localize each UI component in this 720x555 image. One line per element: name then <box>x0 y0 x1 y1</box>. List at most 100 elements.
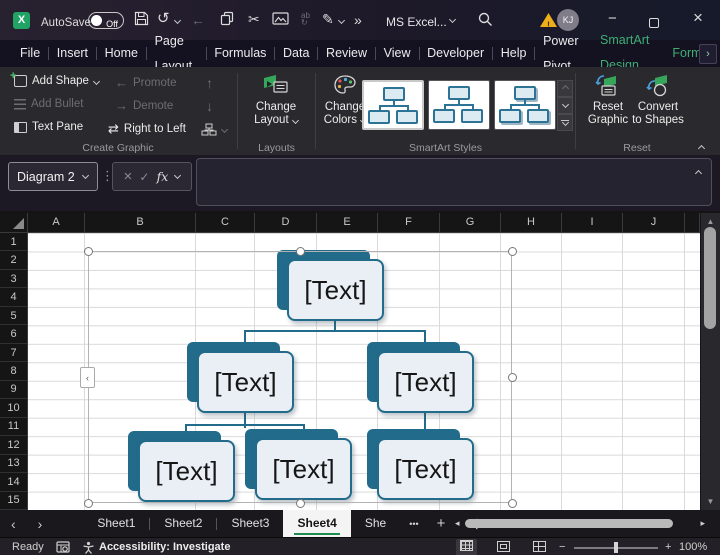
accessibility-status[interactable]: Accessibility: Investigate <box>99 540 230 554</box>
row-header-15[interactable]: 15 <box>0 492 27 510</box>
row-header-1[interactable]: 1 <box>0 233 27 251</box>
hscroll-right-icon[interactable]: ▸ <box>697 518 708 529</box>
reset-graphic-button[interactable]: Reset Graphic <box>580 74 636 127</box>
row-header-10[interactable]: 10 <box>0 399 27 417</box>
ribbon-tab-help[interactable]: Help <box>493 41 535 66</box>
column-header-C[interactable]: C <box>196 213 255 233</box>
scroll-up-icon[interactable]: ▲ <box>701 217 720 226</box>
enter-icon[interactable]: ✓ <box>139 170 149 184</box>
text-pane-button[interactable]: Text Pane <box>14 121 83 133</box>
minimize-button[interactable]: − <box>608 10 617 28</box>
sheet-tab-sheet1[interactable]: Sheet1 <box>83 510 149 537</box>
ink-icon[interactable]: ✎ <box>322 10 334 28</box>
resize-handle-e[interactable] <box>508 373 517 382</box>
vertical-scrollbar[interactable]: ▲ ▼ <box>701 213 720 510</box>
cell-area[interactable]: [Text] [Text] [Text] [Text] [Text] [Text… <box>28 233 700 510</box>
ink-dropdown-icon[interactable] <box>338 17 345 24</box>
fx-dropdown-icon[interactable] <box>174 172 181 179</box>
row-header-11[interactable]: 11 <box>0 418 27 436</box>
autosave-toggle[interactable]: Off <box>88 12 124 29</box>
row-header-4[interactable]: 4 <box>0 288 27 306</box>
smartart-style-thumbnail-1[interactable] <box>362 80 424 130</box>
row-header-12[interactable]: 12 <box>0 436 27 454</box>
smartart-text-pane-toggle[interactable]: ‹ <box>80 367 95 388</box>
row-header-3[interactable]: 3 <box>0 270 27 288</box>
right-to-left-button[interactable]: ⇄ Right to Left <box>108 121 186 137</box>
scroll-down-icon[interactable]: ▼ <box>701 497 720 506</box>
formula-input[interactable] <box>196 158 712 206</box>
resize-handle-nw[interactable] <box>84 247 93 256</box>
title-dropdown-icon[interactable] <box>449 16 456 23</box>
change-layout-button[interactable]: Change Layout <box>248 74 304 127</box>
column-header-I[interactable]: I <box>562 213 623 233</box>
row-header-8[interactable]: 8 <box>0 362 27 380</box>
resize-handle-ne[interactable] <box>508 247 517 256</box>
horizontal-scrollbar[interactable]: ◂ ▸ <box>452 515 708 532</box>
column-header-H[interactable]: H <box>501 213 562 233</box>
collapse-ribbon-icon[interactable] <box>698 145 705 152</box>
ribbon-tab-developer[interactable]: Developer <box>419 41 492 66</box>
page-break-view-button[interactable] <box>533 541 546 555</box>
name-box[interactable]: Diagram 2 <box>8 162 98 191</box>
sheet-tab-sheet3[interactable]: Sheet3 <box>217 510 283 537</box>
smartart-node[interactable]: [Text] <box>128 431 237 504</box>
smartart-style-thumbnail-3[interactable] <box>494 80 556 130</box>
macro-record-icon[interactable] <box>56 541 70 553</box>
column-header-J[interactable]: J <box>623 213 685 233</box>
ribbon-tab-home[interactable]: Home <box>97 41 146 66</box>
column-header-E[interactable]: E <box>317 213 378 233</box>
org-layout-button[interactable] <box>201 123 227 136</box>
row-header-5[interactable]: 5 <box>0 307 27 325</box>
smartart-node[interactable]: [Text] <box>367 429 476 502</box>
styles-scroll-up-button[interactable] <box>557 80 573 97</box>
row-header-13[interactable]: 13 <box>0 455 27 473</box>
vertical-scroll-thumb[interactable] <box>704 227 716 329</box>
undo-icon[interactable]: ↺ <box>157 10 170 28</box>
horizontal-scroll-thumb[interactable] <box>465 519 673 528</box>
search-icon[interactable] <box>478 12 493 27</box>
warning-icon[interactable]: ! <box>540 13 557 27</box>
column-header-B[interactable]: B <box>85 213 196 233</box>
add-sheet-button[interactable]: + <box>428 515 455 532</box>
more-commands-icon[interactable]: » <box>354 11 362 29</box>
sheet-tab-sheet2[interactable]: Sheet2 <box>150 510 216 537</box>
zoom-in-button[interactable]: + <box>665 540 671 554</box>
accessibility-icon[interactable] <box>82 541 95 554</box>
undo-dropdown-icon[interactable] <box>174 17 181 24</box>
styles-more-button[interactable] <box>557 114 573 131</box>
row-header-2[interactable]: 2 <box>0 251 27 269</box>
prev-sheet-icon[interactable]: ‹ <box>0 516 27 532</box>
sheet-overflow-icon[interactable]: ••• <box>400 519 427 529</box>
sheet-tab-sheet4[interactable]: Sheet4 <box>283 510 350 537</box>
add-shape-button[interactable]: + Add Shape <box>14 75 99 87</box>
tab-overflow-button[interactable]: › <box>699 44 717 64</box>
zoom-level[interactable]: 100% <box>679 540 707 554</box>
row-header-6[interactable]: 6 <box>0 325 27 343</box>
resize-handle-n[interactable] <box>296 247 305 256</box>
resize-handle-se[interactable] <box>508 499 517 508</box>
save-icon[interactable] <box>134 11 149 26</box>
ribbon-tab-formulas[interactable]: Formulas <box>206 41 274 66</box>
normal-view-button[interactable] <box>456 539 477 555</box>
hscroll-left-icon[interactable]: ◂ <box>452 518 463 529</box>
sheet-tab-partial[interactable]: She <box>351 510 400 537</box>
column-header-F[interactable]: F <box>378 213 440 233</box>
paste-picture-icon[interactable] <box>272 12 289 25</box>
row-header-14[interactable]: 14 <box>0 473 27 491</box>
column-header-G[interactable]: G <box>440 213 501 233</box>
collapse-formula-bar-icon[interactable] <box>695 170 702 177</box>
row-header-7[interactable]: 7 <box>0 344 27 362</box>
ribbon-tab-insert[interactable]: Insert <box>49 41 96 66</box>
close-button[interactable]: × <box>693 9 703 27</box>
next-sheet-icon[interactable]: › <box>27 516 54 532</box>
ribbon-tab-data[interactable]: Data <box>275 41 317 66</box>
convert-to-shapes-button[interactable]: Convert to Shapes <box>630 74 686 127</box>
row-header-9[interactable]: 9 <box>0 381 27 399</box>
ribbon-tab-review[interactable]: Review <box>318 41 375 66</box>
resize-handle-s[interactable] <box>296 499 305 508</box>
column-header-D[interactable]: D <box>255 213 317 233</box>
insert-function-icon[interactable]: fx <box>157 169 169 184</box>
copy-icon[interactable] <box>220 11 234 26</box>
resize-handle-sw[interactable] <box>84 499 93 508</box>
smartart-node[interactable]: [Text] <box>245 429 354 502</box>
